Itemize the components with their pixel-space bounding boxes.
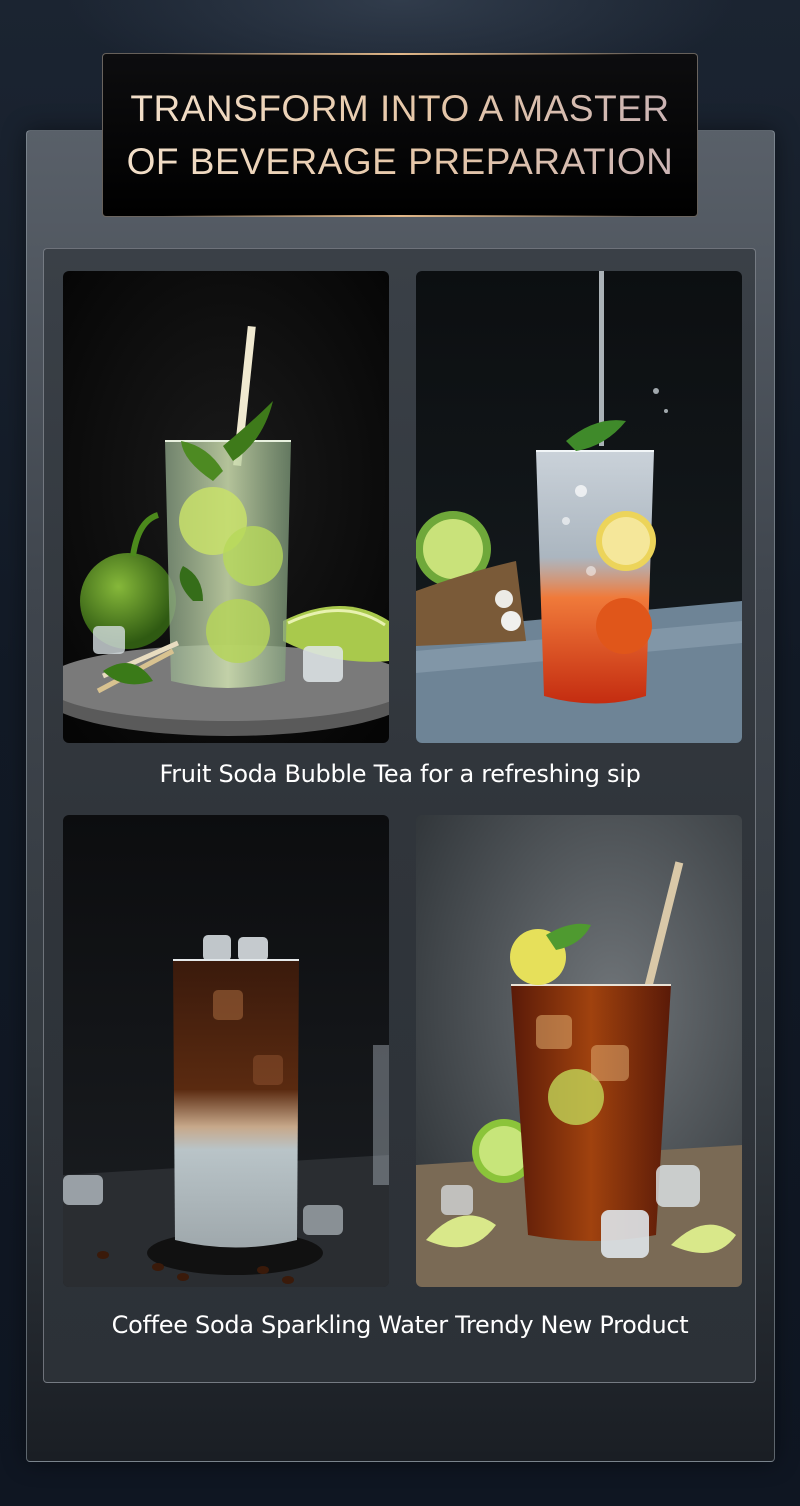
title-line-2: OF BEVERAGE PREPARATION: [127, 135, 674, 188]
mojito-photo: [63, 271, 389, 743]
caption-fruit-soda: Fruit Soda Bubble Tea for a refreshing s…: [159, 760, 641, 788]
page: TRANSFORM INTO A MASTER OF BEVERAGE PREP…: [0, 0, 800, 1506]
caption-coffee-soda: Coffee Soda Sparkling Water Trendy New P…: [111, 1311, 689, 1339]
title-line-1: TRANSFORM INTO A MASTER: [130, 82, 669, 135]
iced-cola-photo: [416, 815, 742, 1287]
coffee-soda-photo: [63, 815, 389, 1287]
red-soda-photo: [416, 271, 742, 743]
title-banner: TRANSFORM INTO A MASTER OF BEVERAGE PREP…: [102, 53, 698, 217]
